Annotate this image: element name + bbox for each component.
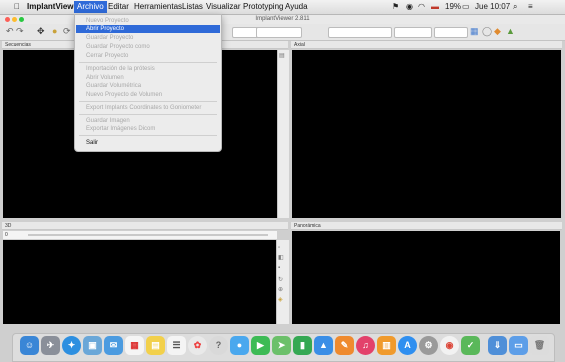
preview-icon[interactable]: ▣: [83, 336, 102, 355]
numbers-icon[interactable]: ▮: [293, 336, 312, 355]
appstore-icon[interactable]: A: [398, 336, 417, 355]
menu-item-abrir-proyecto[interactable]: Abrir Proyecto: [76, 25, 220, 33]
keynote-icon[interactable]: ▲: [314, 336, 333, 355]
panel-axial-header: Axial: [291, 41, 562, 49]
select-icon[interactable]: ●: [52, 26, 57, 37]
view-side-icon[interactable]: ◧: [278, 254, 284, 262]
downloads-icon[interactable]: ⇓: [488, 336, 507, 355]
tool-icon-1[interactable]: ▦: [470, 26, 479, 37]
safari-icon[interactable]: ✦: [62, 336, 81, 355]
notes-icon[interactable]: ▤: [146, 336, 165, 355]
menu-item-guardar-proyecto-como[interactable]: Guardar Proyecto como: [76, 43, 220, 51]
move-icon[interactable]: ✥: [37, 26, 45, 37]
tool-icon-4[interactable]: ▲: [506, 26, 515, 37]
photos-icon[interactable]: ✿: [188, 336, 207, 355]
battery-icon[interactable]: ▭: [462, 1, 470, 13]
menu-item-nuevo-proyecto-volumen[interactable]: Nuevo Proyecto de Volumen: [76, 91, 220, 99]
tool-icon-3[interactable]: ◆: [494, 26, 501, 37]
toolbar-combo-4[interactable]: [394, 27, 432, 38]
spotlight-icon[interactable]: ⌕: [513, 1, 517, 13]
panoramica-viewport[interactable]: [292, 231, 560, 324]
reminders-icon[interactable]: ☰: [167, 336, 186, 355]
chrome-icon[interactable]: ◉: [440, 336, 459, 355]
3d-slider-value: 0: [5, 232, 8, 238]
3d-slider-track[interactable]: [28, 234, 268, 236]
menu-archivo[interactable]: Archivo: [74, 1, 107, 13]
toolbar-combo-2[interactable]: [256, 27, 302, 38]
wifi-icon[interactable]: ◠: [418, 1, 425, 13]
rotate-icon[interactable]: ⟳: [63, 26, 71, 37]
notification-center-icon[interactable]: ≡: [528, 1, 533, 13]
menu-editar[interactable]: Editar: [108, 1, 129, 13]
trash-icon[interactable]: 🗑: [530, 336, 549, 355]
clock[interactable]: Jue 10:07: [475, 1, 510, 13]
status-app-icon[interactable]: ⚑: [392, 1, 399, 13]
zoom-window-button[interactable]: [19, 17, 24, 22]
axial-viewport[interactable]: [292, 50, 561, 218]
ibooks-icon[interactable]: ▥: [377, 336, 396, 355]
undo-icon[interactable]: ↶: [6, 26, 14, 37]
tool-icon-2[interactable]: ◯: [482, 26, 492, 37]
view-zoom-icon[interactable]: ⊕: [278, 286, 283, 294]
view-rotate-icon[interactable]: ↻: [278, 276, 283, 284]
redo-icon[interactable]: ↷: [16, 26, 24, 37]
menu-item-importacion-protesis[interactable]: Importación de la prótesis: [76, 65, 220, 73]
menu-item-guardar-proyecto[interactable]: Guardar Proyecto: [76, 34, 220, 42]
menu-visualizar[interactable]: Visualizar: [206, 1, 241, 13]
minimize-window-button[interactable]: [12, 17, 17, 22]
toolbar-combo-3[interactable]: [328, 27, 392, 38]
facetime-icon[interactable]: ▶: [251, 336, 270, 355]
menu-ayuda[interactable]: Ayuda: [285, 1, 308, 13]
menu-item-export-goniometer[interactable]: Export Implants Coordinates to Goniomete…: [76, 104, 220, 112]
view-top-icon[interactable]: ▪: [278, 264, 280, 272]
flag-icon[interactable]: ▬: [431, 1, 439, 13]
close-window-button[interactable]: [5, 17, 10, 22]
menu-separator: [79, 114, 217, 115]
mail-icon[interactable]: ✉: [104, 336, 123, 355]
battery-percent[interactable]: 19%: [445, 1, 461, 13]
app-menu[interactable]: ImplantViewer: [27, 1, 81, 13]
menu-item-exportar-dicom[interactable]: Exportar Imágenes Dicom: [76, 125, 220, 133]
maps-icon[interactable]: ➤: [272, 336, 291, 355]
toolbar-combo-5[interactable]: [434, 27, 468, 38]
itunes-icon[interactable]: ♫: [356, 336, 375, 355]
menu-separator: [79, 62, 217, 63]
menu-separator: [79, 135, 217, 136]
messages-icon[interactable]: ●: [230, 336, 249, 355]
secuencias-sidebar: [277, 50, 289, 218]
archivo-dropdown-menu: Nuevo Proyecto Abrir Proyecto Guardar Pr…: [74, 14, 222, 152]
sidebar-tool-icon[interactable]: ▤: [279, 52, 285, 60]
folder-icon[interactable]: ▭: [509, 336, 528, 355]
menu-item-guardar-imagen[interactable]: Guardar Imagen: [76, 117, 220, 125]
menu-bar:  ImplantViewer Archivo Editar Herramien…: [0, 0, 565, 15]
3d-viewport[interactable]: [3, 240, 276, 324]
menu-item-cerrar-proyecto[interactable]: Cerrar Proyecto: [76, 52, 220, 60]
launchpad-icon[interactable]: ✈: [41, 336, 60, 355]
calendar-icon[interactable]: ▦: [125, 336, 144, 355]
menu-prototyping[interactable]: Prototyping: [243, 1, 283, 13]
apple-menu-icon[interactable]: : [14, 1, 20, 13]
status-eye-icon[interactable]: ◉: [406, 1, 413, 13]
menu-separator: [79, 101, 217, 102]
menu-item-salir[interactable]: Salir: [76, 139, 220, 147]
finder-icon[interactable]: ☺: [20, 336, 39, 355]
menu-item-guardar-volumetrica[interactable]: Guardar Volumétrica: [76, 82, 220, 90]
view-tool-icon[interactable]: ◈: [278, 296, 283, 304]
panel-panoramica-header: Panorámica: [291, 222, 562, 230]
help-icon[interactable]: ?: [209, 336, 228, 355]
menu-herramientas[interactable]: Herramientas: [134, 1, 182, 13]
menu-listas[interactable]: Listas: [182, 1, 203, 13]
menu-item-nuevo-proyecto[interactable]: Nuevo Proyecto: [76, 17, 220, 25]
sysprefs-icon[interactable]: ⚙: [419, 336, 438, 355]
pages-icon[interactable]: ✎: [335, 336, 354, 355]
view-front-icon[interactable]: ▫: [278, 244, 280, 252]
menu-item-abrir-volumen[interactable]: Abrir Volumen: [76, 74, 220, 82]
panel-3d-header: 3D: [2, 222, 288, 230]
quicktime-icon[interactable]: ✓: [461, 336, 480, 355]
